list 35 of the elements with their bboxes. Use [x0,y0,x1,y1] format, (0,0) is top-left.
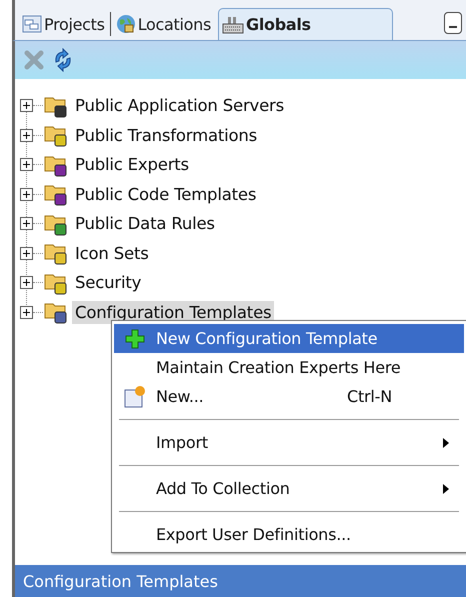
tree-item[interactable]: Public Code Templates [72,182,260,206]
expand-toggle[interactable] [20,306,33,319]
expand-toggle[interactable] [20,99,33,112]
submenu-arrow-icon [442,436,450,448]
status-text: Configuration Templates [23,572,218,590]
menu-item[interactable]: Export User Definitions... [114,520,464,549]
expand-toggle[interactable] [20,188,33,201]
factory-icon [222,16,244,34]
windows-icon [22,15,42,33]
menu-item[interactable]: New... Ctrl-N [114,382,464,411]
menu-item[interactable]: Add To Collection [114,474,464,503]
tree-item[interactable]: Public Transformations [72,124,260,147]
shortcut-text: Ctrl-N [346,387,392,406]
expand-toggle[interactable] [20,158,33,172]
tree-item[interactable]: Icon Sets [72,242,152,265]
submenu-arrow-icon [442,482,450,494]
expand-toggle[interactable] [20,217,33,230]
expand-toggle[interactable] [20,276,33,290]
minimize-button[interactable] [444,12,462,34]
tree-item[interactable]: Public Data Rules [72,212,218,236]
tree-item[interactable]: Public Experts [72,153,192,176]
tab[interactable]: Globals [218,8,393,40]
expand-toggle[interactable] [20,128,33,142]
close-icon [23,49,45,71]
tree-item[interactable]: Security [72,271,144,294]
expand-toggle[interactable] [20,246,33,260]
tab[interactable]: Projects [19,8,108,40]
menu-item[interactable]: Maintain Creation Experts Here [114,353,464,382]
new-document-icon [123,384,147,408]
menu-item[interactable]: New Configuration Template [114,324,464,353]
globe-icon [116,14,136,34]
tab[interactable]: Locations [112,8,214,40]
plus-icon [124,328,146,350]
tree-item[interactable]: Public Application Servers [72,94,288,118]
menu-item[interactable]: Import [114,428,464,457]
